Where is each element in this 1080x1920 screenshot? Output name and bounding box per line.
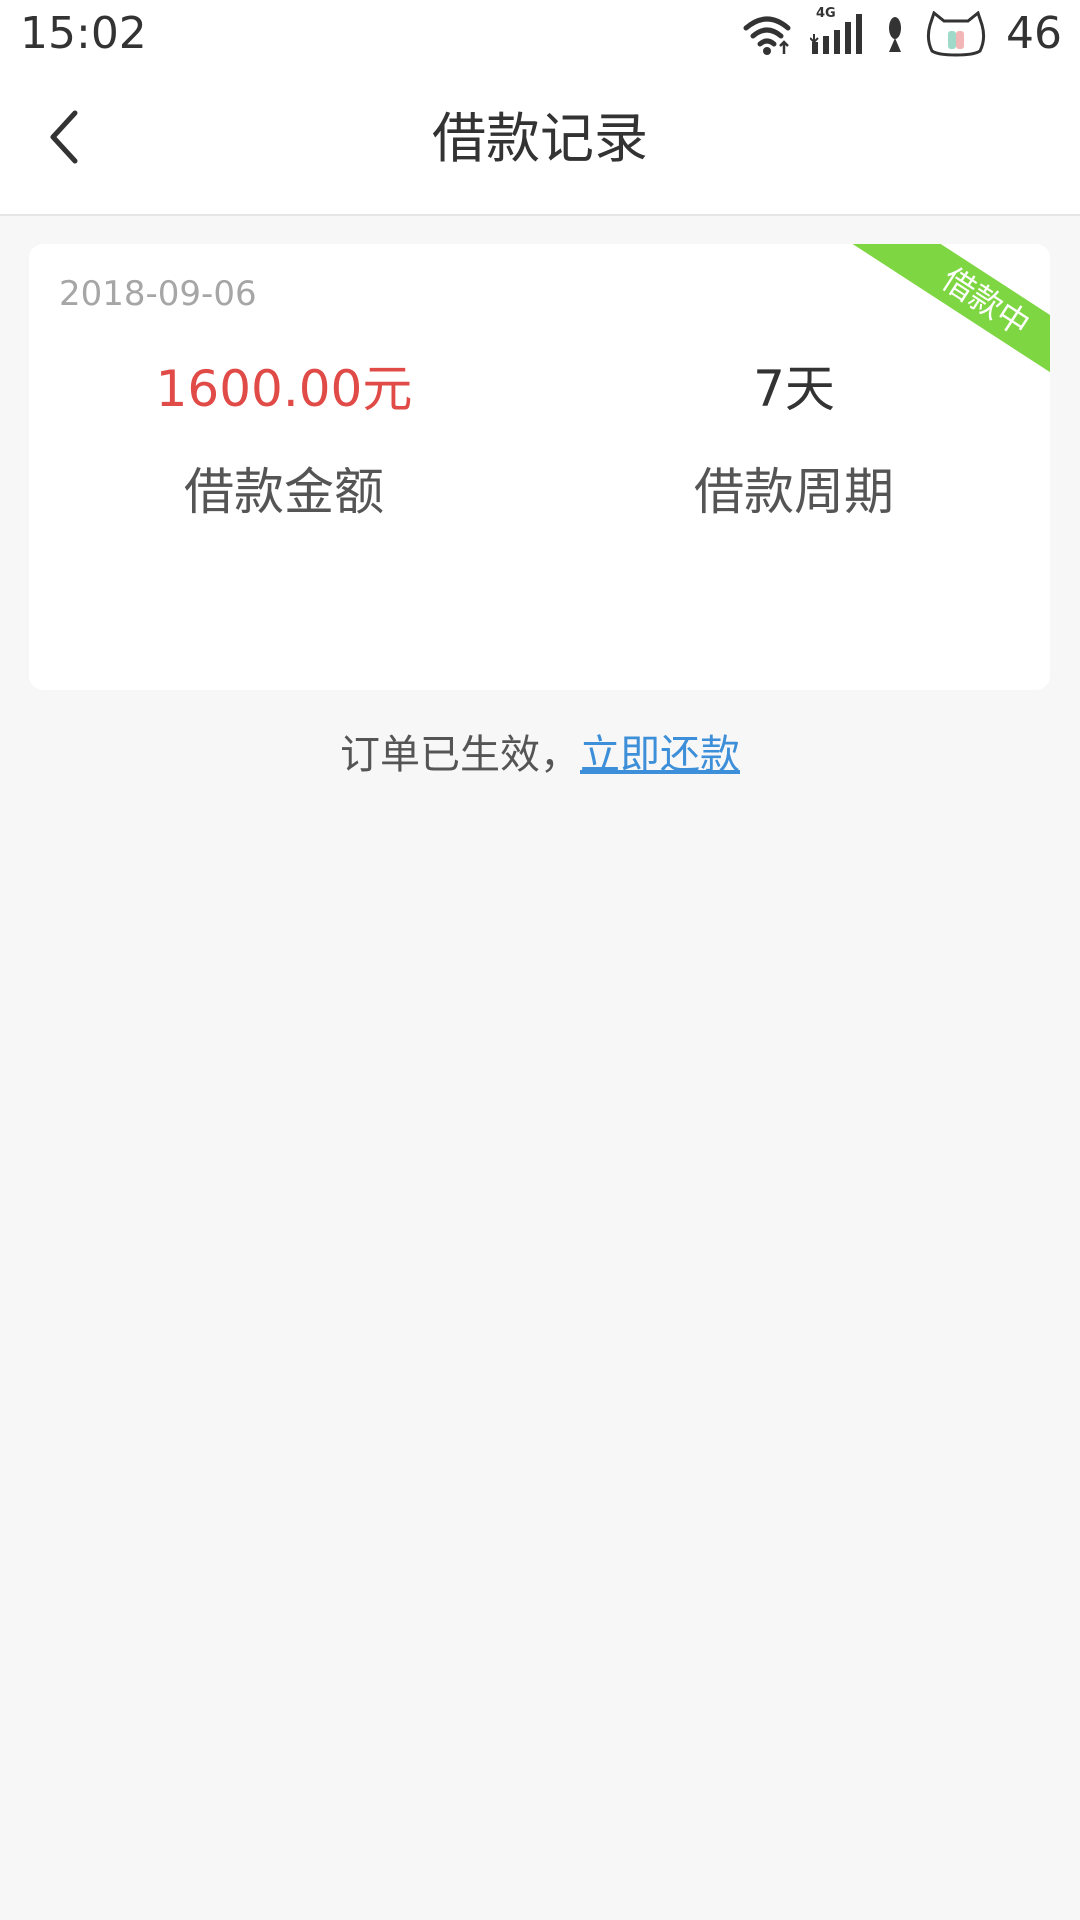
signal-4g-icon: 4G (810, 6, 866, 56)
status-time: 15:02 (20, 8, 147, 59)
status-icons: 4G 46 (742, 6, 1062, 62)
repay-now-link[interactable]: 立即还款 (580, 732, 740, 778)
screen: 15:02 4G 46 借款记录 2018-09-06 借款中 1600.00元… (0, 0, 1080, 1920)
order-status-text: 订单已生效， (340, 732, 580, 778)
page-title: 借款记录 (432, 107, 648, 170)
wifi-icon (742, 12, 792, 56)
loan-period-value: 7天 (753, 360, 835, 418)
loan-amount-label: 借款金额 (184, 463, 384, 521)
order-status-line: 订单已生效，立即还款 (0, 730, 1080, 780)
header: 借款记录 (0, 68, 1080, 216)
loan-period-label: 借款周期 (694, 463, 894, 521)
status-bar: 15:02 4G 46 (0, 0, 1080, 68)
network-type-label: 4G (816, 6, 836, 21)
loan-date: 2018-09-06 (59, 274, 257, 314)
cat-battery-icon (924, 11, 988, 57)
battery-level: 46 (1006, 8, 1062, 59)
loan-amount-value: 1600.00元 (155, 360, 413, 418)
loan-record-card[interactable]: 2018-09-06 借款中 1600.00元 借款金额 7天 借款周期 (29, 244, 1050, 690)
fish-icon (884, 14, 906, 54)
